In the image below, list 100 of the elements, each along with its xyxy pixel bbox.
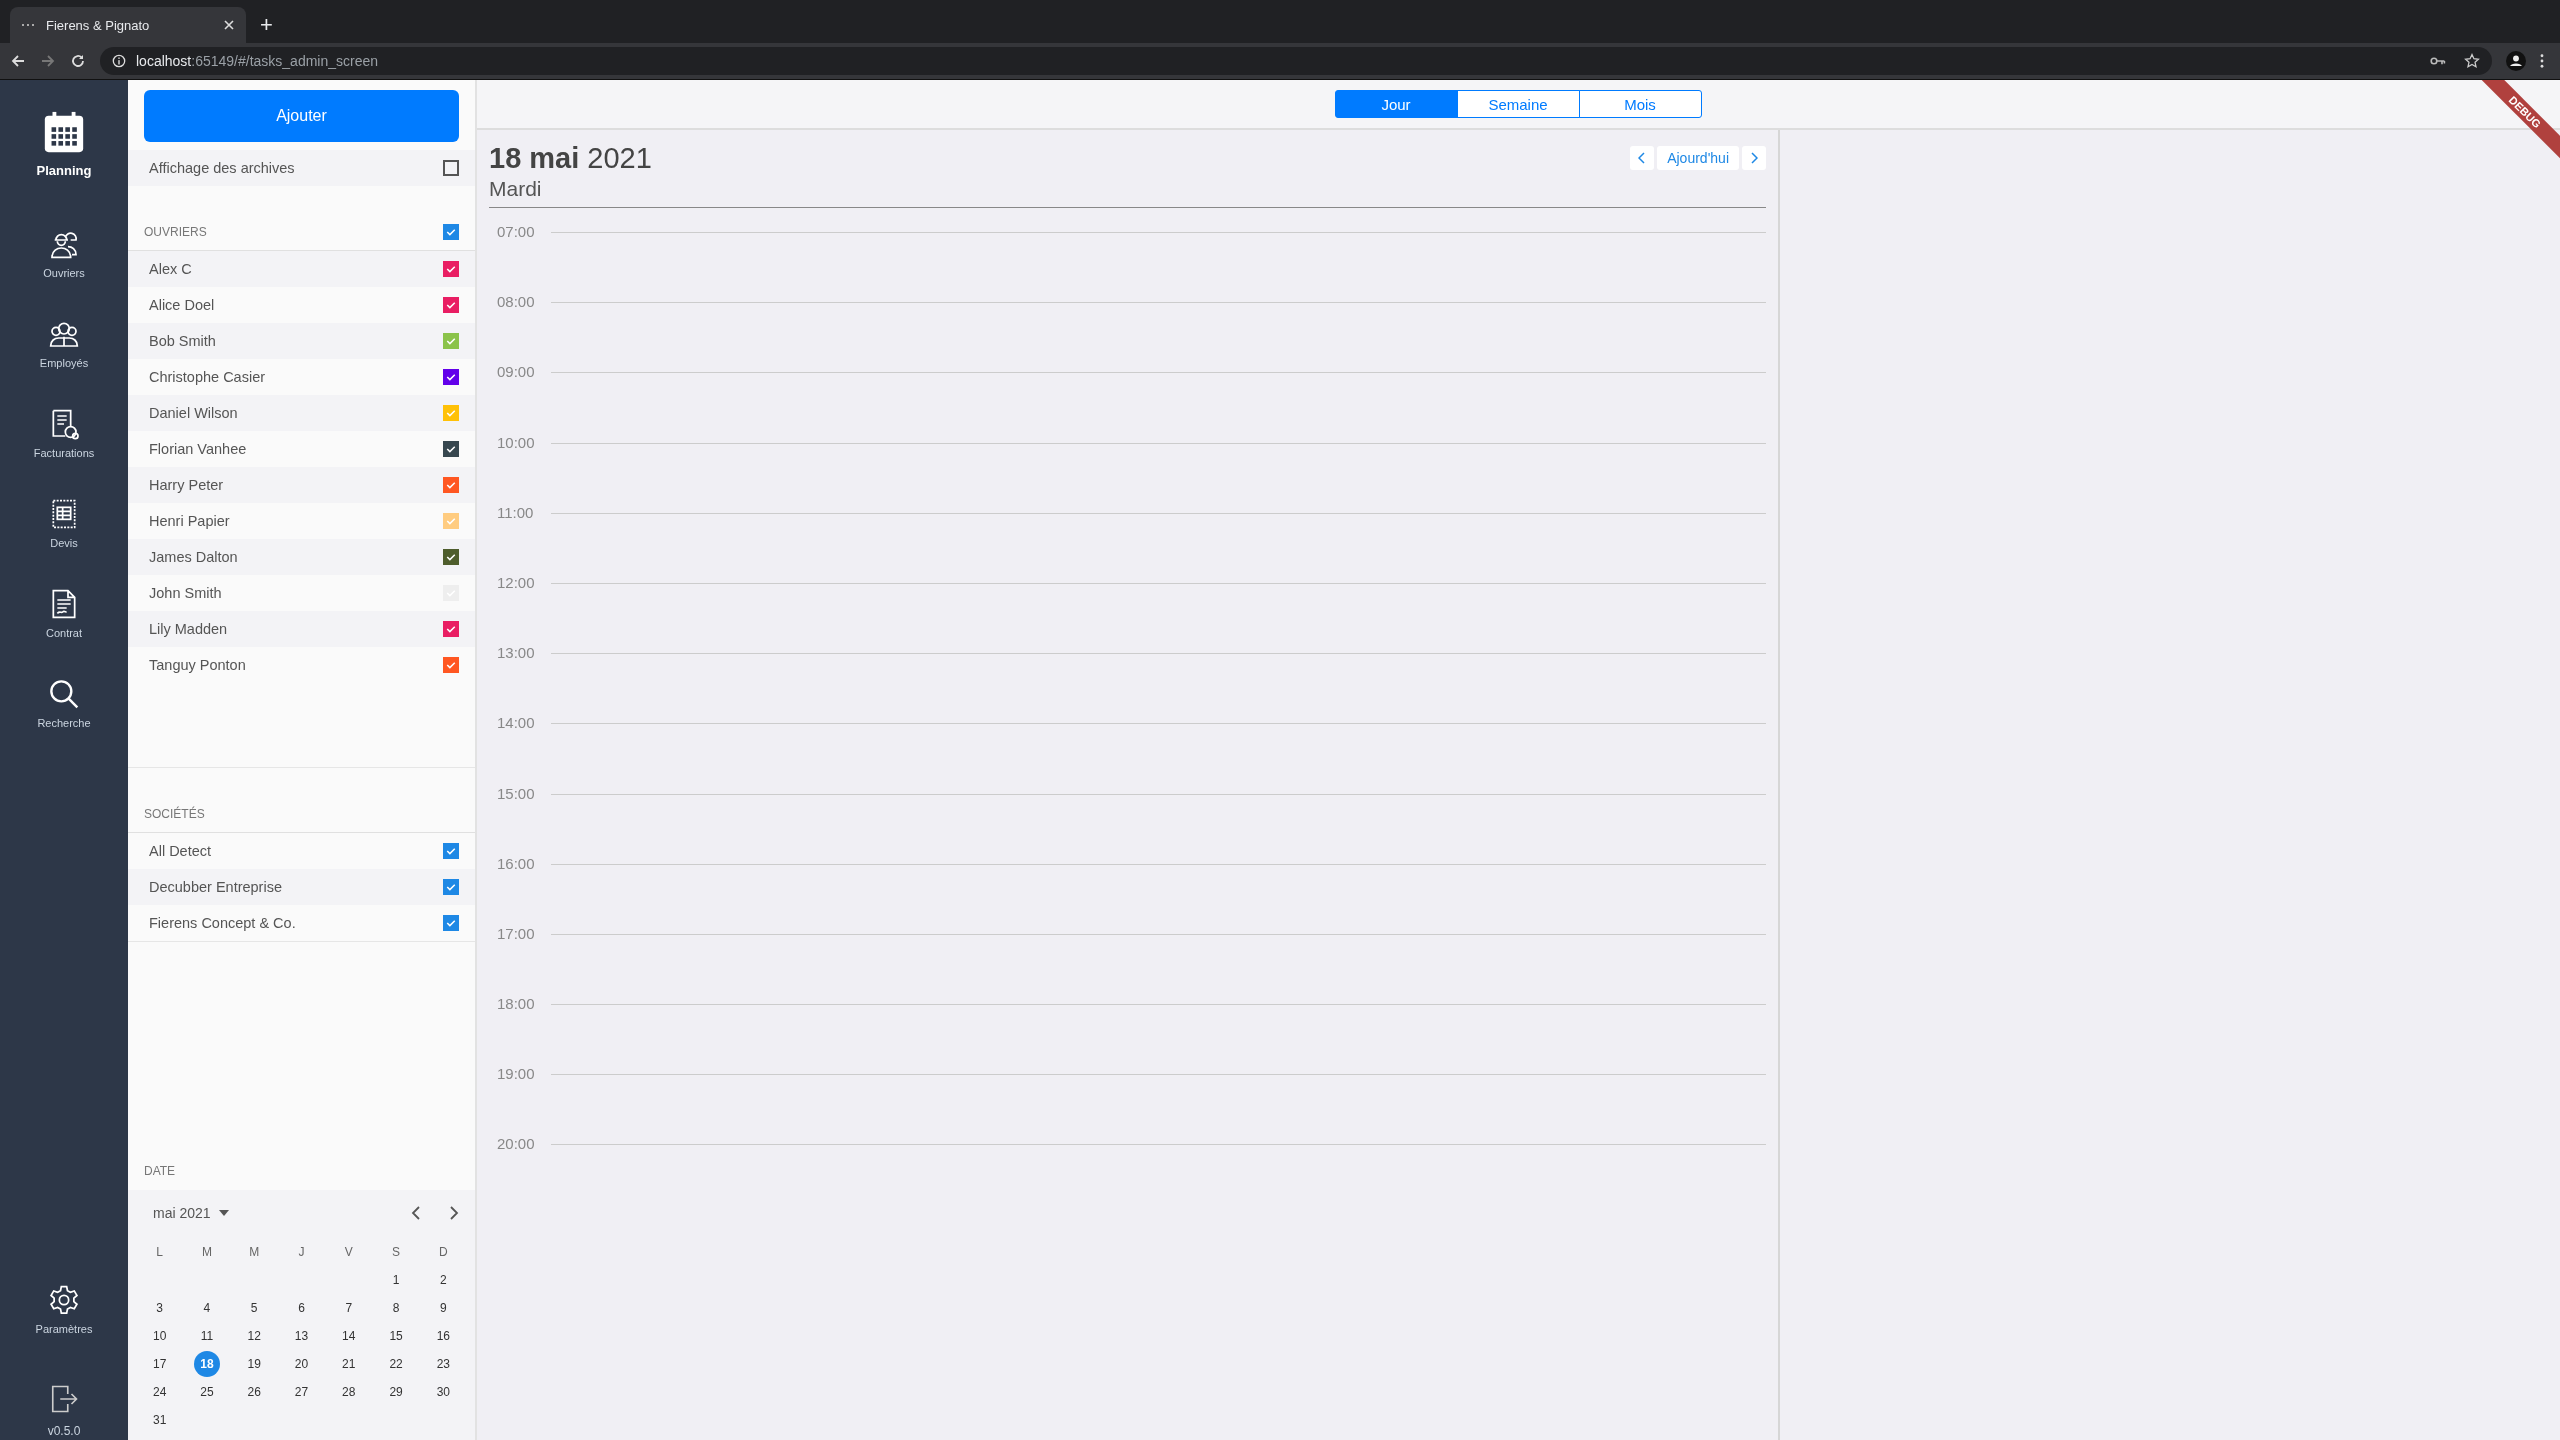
calendar-day[interactable]: 11 xyxy=(193,1323,220,1349)
new-tab-button[interactable]: + xyxy=(260,13,273,38)
company-checkbox[interactable] xyxy=(443,879,459,895)
calendar-day[interactable]: 21 xyxy=(335,1351,362,1377)
calendar-day[interactable]: 1 xyxy=(383,1267,410,1293)
calendar-day[interactable]: 9 xyxy=(430,1295,457,1321)
nav-item[interactable]: Recherche xyxy=(37,678,91,768)
calendar-day[interactable]: 19 xyxy=(241,1351,268,1377)
menu-icon[interactable] xyxy=(2540,54,2544,69)
company-checkbox[interactable] xyxy=(443,915,459,931)
worker-name: Bob Smith xyxy=(149,333,216,349)
calendar-day[interactable]: 14 xyxy=(335,1323,362,1349)
check-icon xyxy=(445,845,457,857)
check-icon xyxy=(445,659,457,671)
check-icon xyxy=(445,881,457,893)
nav-item[interactable]: Contrat xyxy=(45,588,83,678)
calendar-day[interactable]: 16 xyxy=(430,1323,457,1349)
calendar-day[interactable]: 20 xyxy=(288,1351,315,1377)
view-tab[interactable]: Semaine xyxy=(1456,90,1580,118)
calendar-day[interactable]: 3 xyxy=(146,1295,173,1321)
day-title: 18 mai 2021 xyxy=(489,142,652,175)
nav-item[interactable]: Employés xyxy=(39,318,89,408)
hour-label: 15:00 xyxy=(496,785,536,802)
worker-checkbox[interactable] xyxy=(443,297,459,313)
hour-label: 12:00 xyxy=(496,574,536,591)
next-day-button[interactable] xyxy=(1742,146,1766,170)
logout-icon[interactable] xyxy=(49,1384,79,1414)
calendar-day[interactable]: 8 xyxy=(383,1295,410,1321)
worker-checkbox[interactable] xyxy=(443,333,459,349)
check-icon xyxy=(445,443,457,455)
weekday-label: M xyxy=(248,1244,261,1261)
nav-item[interactable]: Facturations xyxy=(33,408,95,498)
worker-checkbox[interactable] xyxy=(443,261,459,277)
check-icon xyxy=(445,479,457,491)
calendar-day[interactable]: 28 xyxy=(335,1379,362,1405)
calendar-day[interactable]: 29 xyxy=(383,1379,410,1405)
weekday-label: J xyxy=(297,1244,306,1261)
view-tab[interactable]: Mois xyxy=(1578,90,1702,118)
worker-checkbox[interactable] xyxy=(443,441,459,457)
profile-icon[interactable] xyxy=(2506,51,2526,72)
reload-icon[interactable] xyxy=(70,53,86,70)
calendar-day[interactable]: 5 xyxy=(241,1295,268,1321)
hour-label: 18:00 xyxy=(496,996,536,1013)
tab-title: Fierens & Pignato xyxy=(46,17,151,33)
calendar-day[interactable]: 7 xyxy=(335,1295,362,1321)
worker-name: James Dalton xyxy=(149,549,238,565)
caret-icon xyxy=(218,1210,229,1216)
archive-checkbox[interactable] xyxy=(443,160,459,176)
previous-month-icon[interactable] xyxy=(411,1205,421,1221)
calendar-day[interactable]: 25 xyxy=(193,1379,220,1405)
worker-name: Florian Vanhee xyxy=(149,441,247,457)
calendar-day[interactable]: 31 xyxy=(146,1407,173,1433)
check-icon xyxy=(445,371,457,383)
calendar-day[interactable]: 23 xyxy=(430,1351,457,1377)
worker-checkbox[interactable] xyxy=(443,477,459,493)
calendar-day[interactable]: 30 xyxy=(430,1379,457,1405)
calendar-day[interactable]: 17 xyxy=(146,1351,173,1377)
calendar-day[interactable]: 13 xyxy=(288,1323,315,1349)
check-icon xyxy=(445,226,457,238)
calendar-day[interactable]: 18 xyxy=(193,1351,220,1377)
nav-item[interactable]: Ouvriers xyxy=(43,228,85,318)
calendar-day[interactable]: 15 xyxy=(383,1323,410,1349)
select-all-checkbox[interactable] xyxy=(443,224,459,240)
star-icon[interactable] xyxy=(2464,53,2480,70)
chevron-left-icon xyxy=(1638,152,1647,164)
calendar-day[interactable]: 22 xyxy=(383,1351,410,1377)
close-icon[interactable] xyxy=(224,20,234,31)
worker-checkbox[interactable] xyxy=(443,621,459,637)
company-name: Decubber Entreprise xyxy=(149,879,282,895)
address-field[interactable]: localhost:65149/#/tasks_admin_screen xyxy=(100,47,2492,76)
calendar-day[interactable]: 10 xyxy=(146,1323,173,1349)
calendar-day[interactable]: 24 xyxy=(146,1379,173,1405)
browser-tab[interactable]: Fierens & Pignato xyxy=(10,7,246,44)
check-icon xyxy=(445,515,457,527)
nav-item[interactable]: Devis xyxy=(48,498,80,588)
settings-nav-item[interactable]: Paramètres xyxy=(35,1284,93,1374)
weekday-label: D xyxy=(438,1244,449,1261)
add-button[interactable]: Ajouter xyxy=(144,90,459,142)
worker-checkbox[interactable] xyxy=(443,657,459,673)
calendar-day[interactable]: 2 xyxy=(430,1267,457,1293)
next-month-icon[interactable] xyxy=(449,1205,459,1221)
calendar-day[interactable]: 12 xyxy=(241,1323,268,1349)
hour-label: 19:00 xyxy=(496,1066,536,1083)
calendar-day[interactable]: 4 xyxy=(193,1295,220,1321)
month-dropdown[interactable]: mai 2021 xyxy=(153,1205,229,1221)
hour-label: 14:00 xyxy=(496,715,536,732)
info-icon[interactable] xyxy=(112,54,126,69)
view-tab[interactable]: Jour xyxy=(1334,90,1458,118)
calendar-day[interactable]: 27 xyxy=(288,1379,315,1405)
hour-label: 11:00 xyxy=(496,504,535,521)
nav-item[interactable]: Planning xyxy=(36,110,92,228)
weekday-label: M xyxy=(200,1244,213,1261)
company-checkbox[interactable] xyxy=(443,843,459,859)
check-icon xyxy=(445,917,457,929)
calendar-day[interactable]: 6 xyxy=(288,1295,315,1321)
hour-label: 13:00 xyxy=(496,645,536,662)
worker-checkbox[interactable] xyxy=(443,369,459,385)
worker-checkbox[interactable] xyxy=(443,549,459,565)
calendar-day[interactable]: 26 xyxy=(241,1379,268,1405)
today-button[interactable]: Ajourd'hui xyxy=(1657,146,1739,170)
